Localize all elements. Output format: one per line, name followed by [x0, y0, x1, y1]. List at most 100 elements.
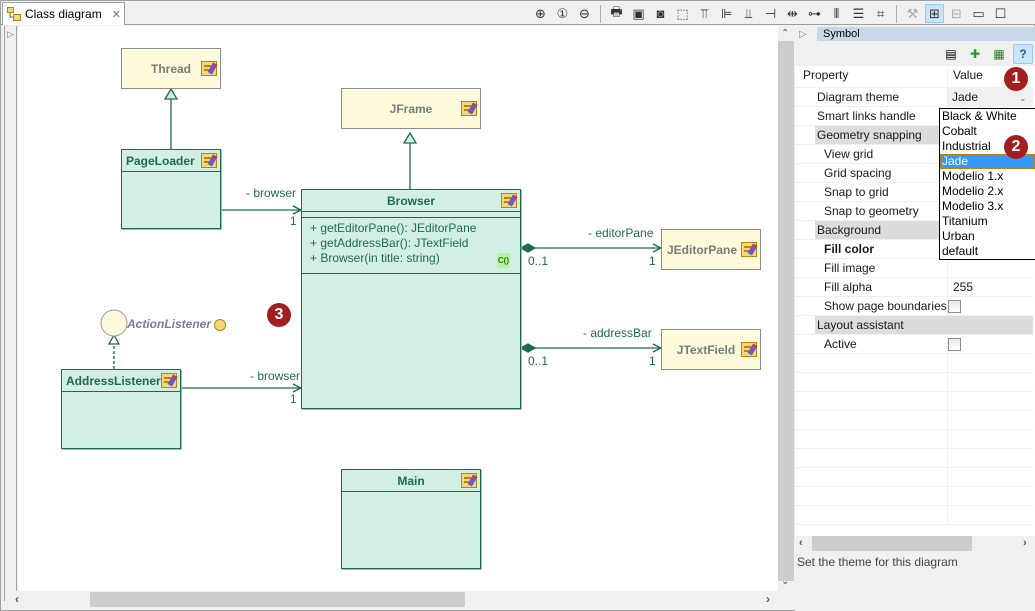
class-jtextfield[interactable]: JTextField: [661, 329, 761, 370]
canvas-horizontal-scrollbar[interactable]: ‹ ›: [11, 591, 794, 607]
scroll-left-icon[interactable]: ‹: [15, 592, 19, 606]
property-key: Diagram theme: [817, 90, 900, 104]
operation[interactable]: + Browser(in title: string): [310, 251, 512, 266]
show-page-boundaries-checkbox[interactable]: [948, 300, 961, 313]
center-horizontal-icon[interactable]: ⇹: [783, 4, 802, 23]
composition-diamond: [519, 343, 537, 353]
class-main[interactable]: Main: [341, 469, 481, 569]
theme-dropdown-list[interactable]: Black & White Cobalt Industrial Jade Mod…: [939, 108, 1035, 260]
scroll-thumb[interactable]: [812, 536, 972, 551]
scroll-up-icon[interactable]: ⌃: [781, 28, 789, 39]
snapshot-icon[interactable]: ◙: [651, 4, 670, 23]
property-description: Set the theme for this diagram: [797, 555, 958, 569]
diagram-canvas[interactable]: Thread JFrame PageLoader Browser + getEd…: [18, 26, 778, 591]
expand-icon[interactable]: ▷: [799, 29, 811, 40]
theme-option[interactable]: Urban: [940, 229, 1035, 244]
empty-row: [795, 411, 1033, 430]
diagram-toolbar: ⊕ ① ⊖ 🖶 ▣ ◙ ⬚ ⫪ ⊫ ⫫ ⊣ ⇹ ⊶ ⦀ ☰ ⌗ ⚒ ⊞ ⊟ ▭ …: [531, 3, 1010, 24]
style-icon[interactable]: ▦: [989, 44, 1009, 64]
class-jframe[interactable]: JFrame: [341, 88, 481, 129]
theme-option[interactable]: default: [940, 244, 1035, 259]
scroll-right-icon[interactable]: ›: [1023, 537, 1027, 549]
select-area-icon[interactable]: ⬚: [673, 4, 692, 23]
class-addresslistener[interactable]: AddressListener: [61, 369, 181, 449]
align-bottom-icon[interactable]: ⫫: [739, 4, 758, 23]
snap-icon[interactable]: ⊟: [947, 4, 966, 23]
distribute-horizontal-icon[interactable]: ⦀: [827, 4, 846, 23]
theme-option[interactable]: Titanium: [940, 214, 1035, 229]
class-header: Browser: [302, 190, 520, 212]
align-right-icon[interactable]: ⊣: [761, 4, 780, 23]
interface-lollipop: [100, 309, 128, 337]
empty-row: [795, 354, 1033, 373]
close-icon[interactable]: ✕: [112, 8, 121, 21]
fill-alpha-input[interactable]: 255: [953, 280, 973, 294]
interface-actionlistener[interactable]: ActionListener: [127, 317, 227, 331]
theme-option[interactable]: Modelio 3.x: [940, 199, 1035, 214]
empty-row: [795, 468, 1033, 487]
panel-horizontal-scrollbar[interactable]: ‹ ›: [795, 536, 1035, 552]
role-label: - browser: [246, 186, 297, 200]
theme-option[interactable]: Modelio 2.x: [940, 184, 1035, 199]
scroll-down-icon[interactable]: ⌄: [781, 576, 789, 587]
expand-palette-icon[interactable]: ▷: [7, 29, 14, 40]
class-name: AddressListener: [66, 373, 161, 388]
align-left-icon[interactable]: ⊫: [717, 4, 736, 23]
class-header: Main: [342, 470, 480, 492]
center-vertical-icon[interactable]: ⊶: [805, 4, 824, 23]
scroll-left-icon[interactable]: ‹: [799, 537, 803, 549]
auto-layout-icon[interactable]: ⚒: [903, 4, 922, 23]
clear-style-icon[interactable]: ▤: [941, 44, 961, 64]
scroll-thumb[interactable]: [778, 41, 794, 581]
empty-row: [795, 449, 1033, 468]
tab-class-diagram[interactable]: Class diagram ✕: [2, 2, 125, 25]
multiplicity-label: 0..1: [528, 254, 549, 268]
property-row[interactable]: Fill image: [795, 259, 1033, 278]
class-jeditorpane[interactable]: JEditorPane: [661, 229, 761, 270]
class-icon: [201, 61, 217, 76]
active-checkbox[interactable]: [948, 338, 961, 351]
class-thread[interactable]: Thread: [121, 48, 221, 89]
add-style-icon[interactable]: ✚: [965, 44, 985, 64]
save-icon[interactable]: ▣: [629, 4, 648, 23]
operation[interactable]: + getEditorPane(): JEditorPane: [310, 221, 512, 236]
empty-row: [795, 430, 1033, 449]
property-row[interactable]: Diagram theme Jade: [795, 88, 1033, 107]
scroll-right-icon[interactable]: ›: [766, 592, 770, 606]
theme-option[interactable]: Black & White: [940, 109, 1035, 124]
property-row[interactable]: Fill alpha 255: [795, 278, 1033, 297]
zoom-in-icon[interactable]: ⊕: [531, 4, 550, 23]
class-browser[interactable]: Browser + getEditorPane(): JEditorPane +…: [301, 189, 521, 409]
callout-badge-2: 2: [1004, 135, 1028, 159]
property-row[interactable]: Show page boundaries: [795, 297, 1033, 316]
grid-icon[interactable]: ⊞: [925, 4, 944, 23]
class-header: AddressListener: [62, 370, 180, 392]
maximize-icon[interactable]: ☐: [991, 4, 1010, 23]
canvas-vertical-scrollbar[interactable]: ⌃ ⌄: [778, 26, 794, 591]
theme-option[interactable]: Modelio 1.x: [940, 169, 1035, 184]
distribute-center-icon[interactable]: ⌗: [871, 4, 890, 23]
palette-collapsed[interactable]: ▷: [4, 26, 17, 601]
column-header-property: Property: [803, 68, 849, 82]
zoom-reset-icon[interactable]: ①: [553, 4, 572, 23]
class-icon: [201, 153, 217, 168]
print-icon[interactable]: 🖶: [607, 4, 626, 23]
distribute-vertical-icon[interactable]: ☰: [849, 4, 868, 23]
category-label: Background: [817, 223, 882, 237]
class-icon: [461, 101, 477, 116]
generalization-arrow: [163, 87, 179, 100]
chevron-down-icon[interactable]: ⌄: [1019, 93, 1027, 104]
tab-title: Class diagram: [25, 7, 102, 21]
class-pageloader[interactable]: PageLoader: [121, 149, 221, 229]
callout-badge-1: 1: [1004, 67, 1028, 91]
scroll-thumb[interactable]: [90, 592, 465, 607]
align-top-icon[interactable]: ⫪: [695, 4, 714, 23]
property-row[interactable]: Active: [795, 335, 1033, 354]
class-name: Main: [397, 473, 425, 488]
operation[interactable]: + getAddressBar(): JTextField: [310, 236, 512, 251]
help-icon[interactable]: ?: [1013, 44, 1033, 64]
zoom-out-icon[interactable]: ⊖: [575, 4, 594, 23]
property-category[interactable]: Layout assistant: [795, 316, 1033, 335]
minimize-icon[interactable]: ▭: [969, 4, 988, 23]
empty-row: [795, 487, 1033, 506]
